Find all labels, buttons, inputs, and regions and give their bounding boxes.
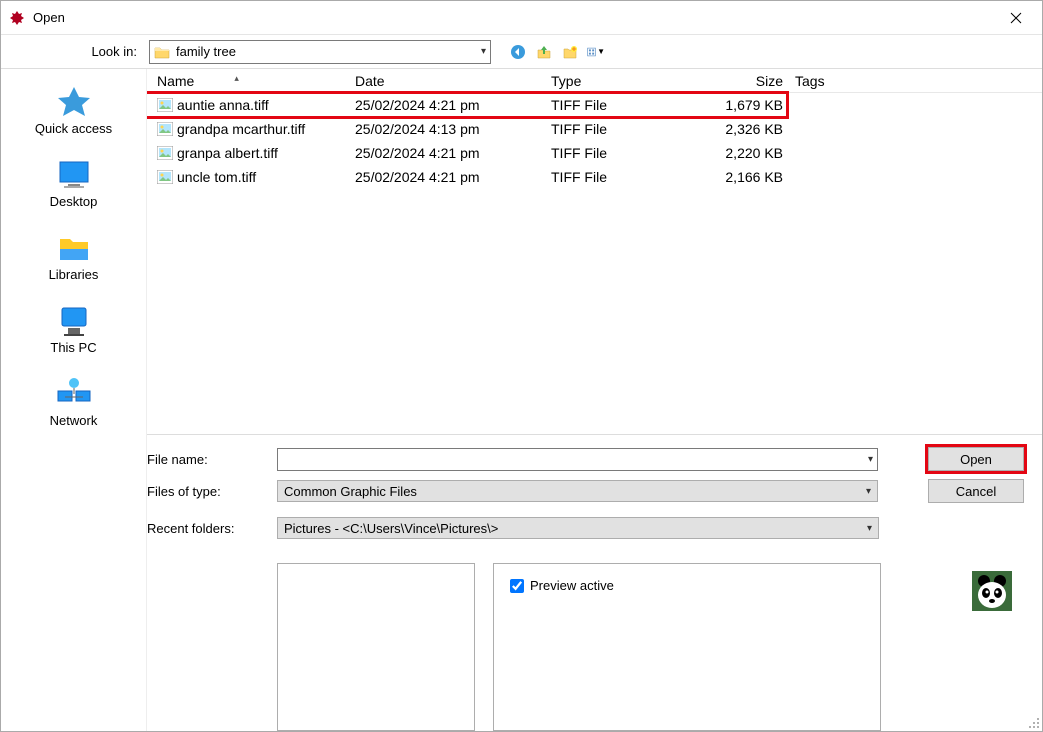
main-panel: Name▴ Date Type Size Tags auntie anna.ti… [147,69,1042,731]
filetype-combobox[interactable]: Common Graphic Files ▾ [277,480,878,502]
column-header-size[interactable]: Size [693,73,789,89]
file-name: uncle tom.tiff [177,169,256,185]
quickaccess-icon [54,85,94,119]
app-icon [9,10,25,26]
lookin-label: Look in: [89,44,137,59]
image-file-icon [157,98,173,112]
new-folder-icon[interactable] [561,43,579,61]
file-date: 25/02/2024 4:21 pm [349,169,545,185]
lookin-value: family tree [176,44,481,59]
chevron-down-icon: ▾ [866,486,871,497]
desktop-icon [54,158,94,192]
irfanview-logo-icon [972,571,1012,611]
file-row[interactable]: auntie anna.tiff 25/02/2024 4:21 pm TIFF… [151,93,1042,117]
file-type: TIFF File [545,121,693,137]
file-rows: auntie anna.tiff 25/02/2024 4:21 pm TIFF… [151,93,1042,189]
toolbar: Look in: family tree ▾ ▼ [1,35,1042,69]
column-header-name[interactable]: Name▴ [151,73,349,89]
up-one-level-icon[interactable] [535,43,553,61]
file-type: TIFF File [545,145,693,161]
file-size: 2,326 KB [693,121,789,137]
preview-options: Preview active [493,563,881,731]
filetype-value: Common Graphic Files [284,484,417,499]
column-header-date[interactable]: Date [349,73,545,89]
toolbar-icons: ▼ [509,43,605,61]
preview-area: Preview active [147,563,1024,731]
file-row[interactable]: uncle tom.tiff 25/02/2024 4:21 pm TIFF F… [151,165,1042,189]
close-button[interactable] [998,3,1034,33]
file-size: 1,679 KB [693,97,789,113]
filename-input[interactable]: ▾ [277,448,878,471]
file-name: granpa albert.tiff [177,145,278,161]
preview-active-label: Preview active [530,578,614,593]
thispc-icon [54,304,94,338]
sidebar-item-label: Libraries [49,267,99,282]
file-size: 2,220 KB [693,145,789,161]
sidebar-item-network[interactable]: Network [1,371,146,434]
sidebar-item-label: This PC [50,340,96,355]
window-title: Open [33,10,998,25]
places-sidebar: Quick access Desktop Libraries This PC [1,69,147,731]
image-file-icon [157,122,173,136]
back-icon[interactable] [509,43,527,61]
sidebar-item-libraries[interactable]: Libraries [1,225,146,288]
file-name: grandpa mcarthur.tiff [177,121,305,137]
chevron-down-icon: ▾ [868,454,873,465]
column-header-tags[interactable]: Tags [789,73,1042,89]
file-type: TIFF File [545,169,693,185]
chevron-down-icon: ▾ [481,46,486,57]
file-date: 25/02/2024 4:21 pm [349,97,545,113]
sidebar-item-label: Quick access [35,121,112,136]
titlebar: Open [1,1,1042,35]
dialog-body: Quick access Desktop Libraries This PC [1,69,1042,731]
network-icon [54,377,94,411]
folder-icon [154,45,170,59]
file-row[interactable]: grandpa mcarthur.tiff 25/02/2024 4:13 pm… [151,117,1042,141]
image-file-icon [157,146,173,160]
chevron-down-icon: ▾ [867,523,872,534]
sidebar-item-thispc[interactable]: This PC [1,298,146,361]
libraries-icon [54,231,94,265]
preview-active-checkbox[interactable]: Preview active [510,578,864,593]
bottom-form: File name: ▾ Open Files of type: Common … [147,435,1042,731]
file-row[interactable]: granpa albert.tiff 25/02/2024 4:21 pm TI… [151,141,1042,165]
recent-value: Pictures - <C:\Users\Vince\Pictures\> [284,521,498,536]
sidebar-item-desktop[interactable]: Desktop [1,152,146,215]
file-type: TIFF File [545,97,693,113]
sort-indicator-icon: ▴ [234,73,239,83]
file-date: 25/02/2024 4:13 pm [349,121,545,137]
column-headers: Name▴ Date Type Size Tags [151,69,1042,93]
file-size: 2,166 KB [693,169,789,185]
sidebar-item-label: Network [50,413,98,428]
file-name: auntie anna.tiff [177,97,269,113]
sidebar-item-label: Desktop [50,194,98,209]
preview-image-box [277,563,475,731]
filename-label: File name: [147,452,277,467]
cancel-button[interactable]: Cancel [928,479,1024,503]
resize-grip-icon[interactable] [1026,715,1040,729]
recent-folders-combobox[interactable]: Pictures - <C:\Users\Vince\Pictures\> ▾ [277,517,879,539]
column-header-type[interactable]: Type [545,73,693,89]
open-dialog: Open Look in: family tree ▾ ▼ [0,0,1043,732]
view-menu-icon[interactable]: ▼ [587,43,605,61]
lookin-combobox[interactable]: family tree ▾ [149,40,491,64]
sidebar-item-quickaccess[interactable]: Quick access [1,79,146,142]
file-date: 25/02/2024 4:21 pm [349,145,545,161]
preview-active-input[interactable] [510,579,524,593]
filetype-label: Files of type: [147,484,277,499]
image-file-icon [157,170,173,184]
open-button[interactable]: Open [928,447,1024,471]
recent-label: Recent folders: [147,521,277,536]
file-list: Name▴ Date Type Size Tags auntie anna.ti… [147,69,1042,435]
